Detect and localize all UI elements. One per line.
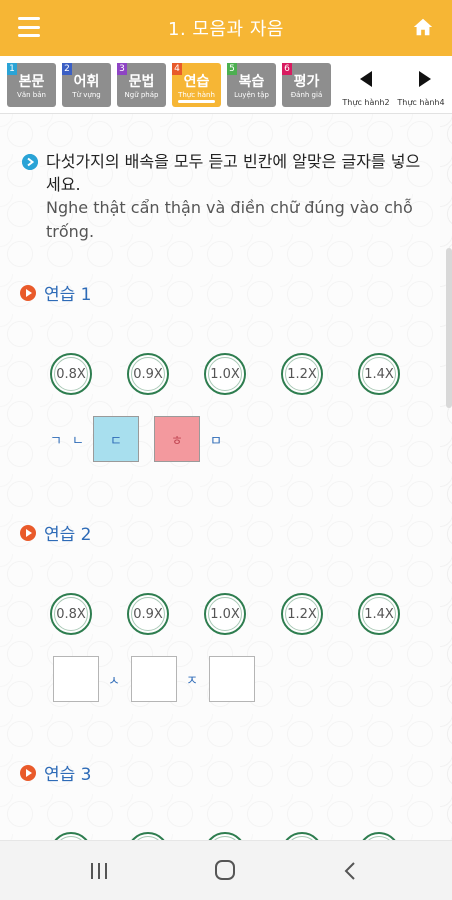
tab-sublabel: Thực hành [178, 91, 215, 99]
tab-label: 어휘 [73, 74, 100, 90]
tab-label: 연습 [183, 74, 210, 90]
section-label: 연습 1 [44, 285, 92, 305]
tab-text[interactable]: 1 본문 Văn bản [7, 63, 56, 107]
tab-practice[interactable]: 4 연습 Thực hành [172, 63, 221, 107]
tab-label: 본문 [18, 74, 45, 90]
tab-label: 문법 [128, 74, 155, 90]
jamo-letter: ㅈ [186, 674, 198, 689]
play-icon[interactable] [20, 764, 36, 781]
home-circle-icon[interactable] [210, 859, 240, 883]
speed-button-1-0[interactable]: 1.0X [204, 353, 246, 395]
next-practice-button[interactable]: Thực hành4 [397, 68, 445, 108]
tab-evaluation[interactable]: 6 평가 Đánh giá [282, 63, 331, 107]
tab-label: 평가 [293, 74, 320, 90]
speed-button-1-2[interactable]: 1.2X [281, 353, 323, 395]
prev-practice-label: Thực hành2 [342, 98, 390, 107]
tab-sublabel: Từ vựng [72, 91, 101, 99]
triangle-left-icon [360, 71, 372, 87]
answer-box-empty[interactable] [131, 656, 177, 702]
jamo-letter: ㄴ [72, 434, 84, 449]
prev-practice-button[interactable]: Thực hành2 [342, 68, 390, 108]
speed-button-1-4[interactable]: 1.4X [358, 353, 400, 395]
speed-button-0-8[interactable]: 0.8X [50, 353, 92, 395]
jamo-letter: ㄱ [50, 434, 62, 449]
home-icon[interactable] [412, 16, 434, 38]
info-bullet-icon [22, 154, 38, 170]
active-tab-indicator [178, 100, 215, 103]
speed-button-1-2[interactable]: 1.2X [281, 593, 323, 635]
speed-button-0-9[interactable]: 0.9X [127, 353, 169, 395]
jamo-letter: ㅅ [108, 674, 120, 689]
menu-icon[interactable] [18, 17, 40, 37]
scrollbar[interactable] [446, 248, 452, 408]
speed-button-0-8[interactable]: 0.8X [50, 593, 92, 635]
instruction-korean: 다섯가지의 배속을 모두 듣고 빈칸에 알맞은 글자를 넣으세요. [46, 152, 421, 194]
lesson-tab-bar: 1 본문 Văn bản 2 어휘 Từ vựng 3 문법 Ngữ pháp … [0, 56, 452, 114]
answer-box-wrong[interactable]: ㅎ [154, 416, 200, 462]
section-1-header: 연습 1 [20, 280, 92, 305]
exercise-content[interactable]: 다섯가지의 배속을 모두 듣고 빈칸에 알맞은 글자를 넣으세요. Nghe t… [0, 114, 452, 840]
tab-label: 복습 [238, 74, 265, 90]
back-chevron-icon[interactable] [336, 859, 366, 883]
answer-box-empty[interactable] [209, 656, 255, 702]
instruction-vietnamese: Nghe thật cẩn thận và điền chữ đúng vào … [46, 198, 413, 241]
tab-vocabulary[interactable]: 2 어휘 Từ vựng [62, 63, 111, 107]
tab-sublabel: Luyện tập [234, 91, 269, 99]
play-icon[interactable] [20, 284, 36, 301]
system-navigation-bar [0, 840, 452, 900]
tab-sublabel: Ngữ pháp [124, 91, 159, 99]
play-icon[interactable] [20, 524, 36, 541]
section-3-header: 연습 3 [20, 760, 92, 785]
section-label: 연습 3 [44, 765, 92, 785]
speed-button-1-0[interactable]: 1.0X [204, 593, 246, 635]
app-header: 1. 모음과 자음 [0, 0, 452, 56]
speed-button-1-4[interactable]: 1.4X [358, 593, 400, 635]
page-title: 1. 모음과 자음 [168, 19, 284, 40]
answer-box-correct[interactable]: ㄷ [93, 416, 139, 462]
tab-grammar[interactable]: 3 문법 Ngữ pháp [117, 63, 166, 107]
tab-review[interactable]: 5 복습 Luyện tập [227, 63, 276, 107]
section-label: 연습 2 [44, 525, 92, 545]
section-2-header: 연습 2 [20, 520, 92, 545]
next-practice-label: Thực hành4 [397, 98, 445, 107]
speed-button-0-9[interactable]: 0.9X [127, 593, 169, 635]
tab-sublabel: Văn bản [17, 91, 46, 99]
jamo-letter: ㅁ [210, 434, 222, 449]
answer-box-empty[interactable] [53, 656, 99, 702]
triangle-right-icon [419, 71, 431, 87]
recent-apps-icon[interactable] [84, 859, 114, 883]
tab-sublabel: Đánh giá [290, 91, 323, 99]
